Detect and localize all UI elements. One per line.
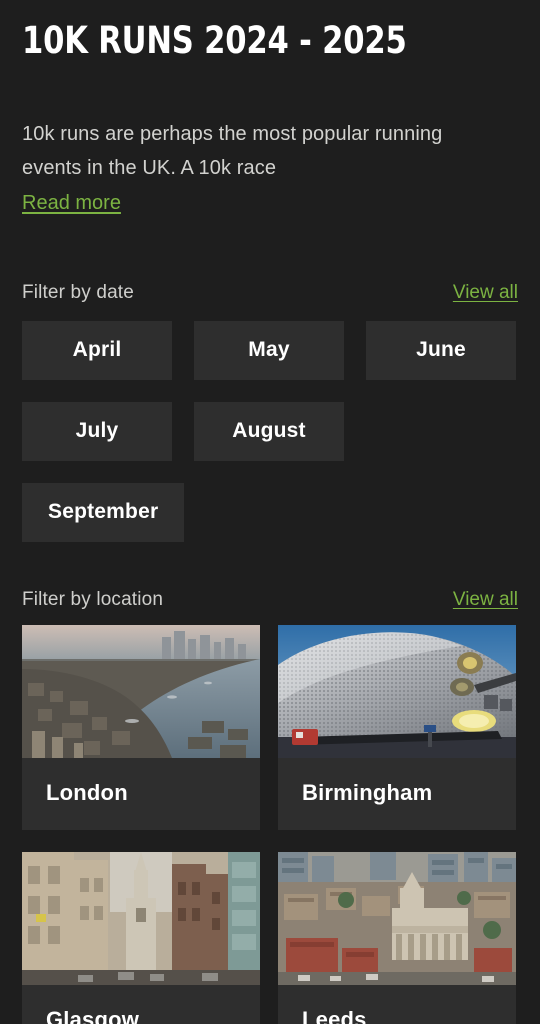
birmingham-photo <box>278 624 516 758</box>
read-more-link[interactable]: Read more <box>22 188 121 218</box>
birmingham-label: Birmingham <box>302 779 433 805</box>
location-column-left: London Glasgow <box>22 624 260 1024</box>
date-filter-header: Filter by date View all <box>22 282 518 304</box>
location-card-birmingham[interactable]: Birmingham <box>278 624 516 830</box>
month-chip-september[interactable]: September <box>22 482 185 542</box>
date-filter-section: Filter by date View all April May June J… <box>22 282 518 542</box>
month-chip-june[interactable]: June <box>366 320 516 380</box>
month-chip-group: April May June July August September <box>22 320 518 542</box>
month-chip-may[interactable]: May <box>194 320 344 380</box>
location-card-london[interactable]: London <box>22 624 260 830</box>
date-filter-label: Filter by date <box>22 281 134 303</box>
location-filter-header: Filter by location View all <box>22 589 518 611</box>
location-card-glasgow[interactable]: Glasgow <box>22 851 260 1024</box>
month-chip-april[interactable]: April <box>22 320 172 380</box>
date-view-all-link[interactable]: View all <box>453 282 518 304</box>
intro-paragraph: 10k runs are perhaps the most popular ru… <box>22 123 443 180</box>
page-root: 10K RUNS 2024 - 2025 10k runs are perhap… <box>0 0 540 1024</box>
london-label: London <box>46 779 128 805</box>
london-photo <box>22 624 260 758</box>
glasgow-label: Glasgow <box>46 1006 140 1024</box>
page-title: 10K RUNS 2024 - 2025 <box>22 19 407 62</box>
month-chip-august[interactable]: August <box>194 401 344 461</box>
location-card-leeds[interactable]: Leeds <box>278 851 516 1024</box>
location-filter-section: Filter by location View all London Glasg… <box>22 589 518 1024</box>
leeds-photo <box>278 851 516 985</box>
location-view-all-link[interactable]: View all <box>453 589 518 611</box>
leeds-label: Leeds <box>302 1006 367 1024</box>
location-filter-label: Filter by location <box>22 588 164 610</box>
month-chip-july[interactable]: July <box>22 401 172 461</box>
location-card-carousel[interactable]: London Glasgow Birmingham Leeds <box>22 624 540 1024</box>
glasgow-photo <box>22 851 260 985</box>
location-column-right: Birmingham Leeds <box>278 624 516 1024</box>
